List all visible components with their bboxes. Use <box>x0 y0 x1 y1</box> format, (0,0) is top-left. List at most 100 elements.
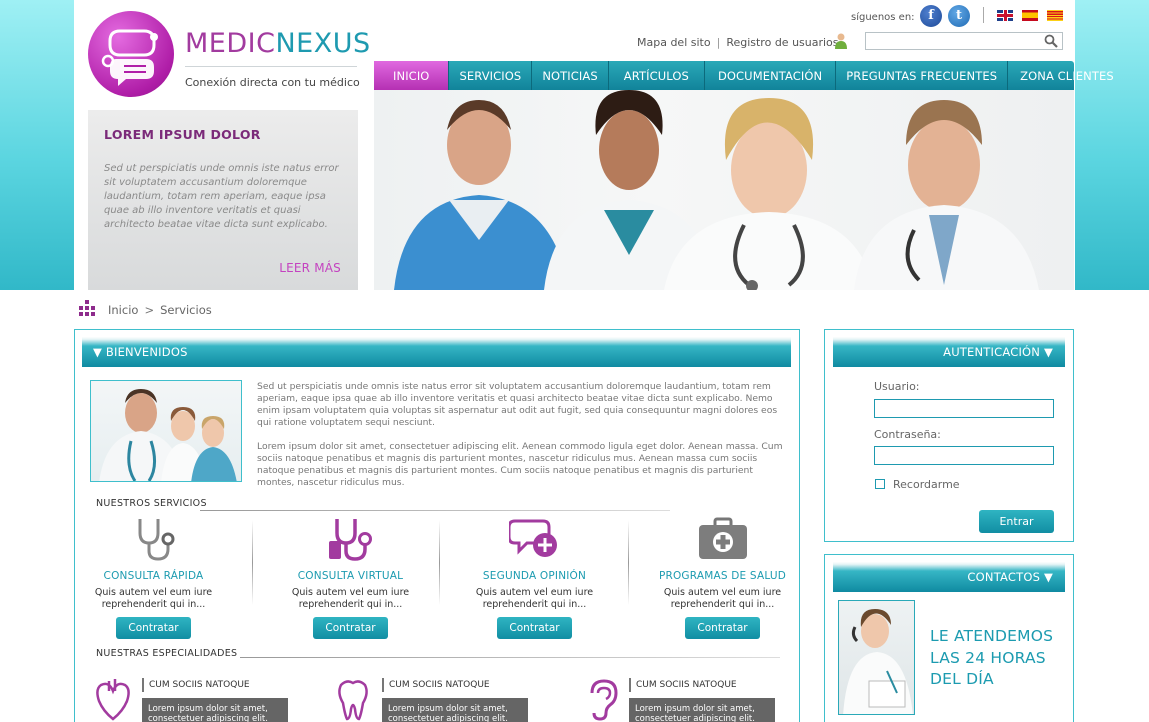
service-consulta-virtual: CONSULTA VIRTUAL Quis autem vel eum iure… <box>263 515 438 639</box>
password-field[interactable] <box>874 446 1054 465</box>
twitter-icon[interactable]: t <box>948 5 970 27</box>
specialty-text-line2: consectetuer adipiscing elit. <box>148 714 268 722</box>
contratar-button[interactable]: Contratar <box>685 617 760 639</box>
welcome-text: Sed ut perspiciatis unde omnis iste natu… <box>257 381 784 501</box>
service-name[interactable]: SEGUNDA OPINIÓN <box>447 570 622 582</box>
promo-title: LOREM IPSUM DOLOR <box>104 127 261 142</box>
remember-checkbox[interactable] <box>875 479 885 489</box>
contact-line-1: LE ATENDEMOS <box>930 627 1054 645</box>
specialty-description: Lorem ipsum dolor sit amet, consectetuer … <box>142 698 288 722</box>
service-desc-line1: Quis autem vel eum iure <box>94 587 213 598</box>
auth-header[interactable]: AUTENTICACIÓN ▼ <box>833 337 1065 367</box>
flag-catalan-icon[interactable] <box>1047 10 1063 21</box>
service-desc: Quis autem vel eum iure reprehenderit qui… <box>263 587 438 611</box>
nav-item-servicios[interactable]: SERVICIOS <box>449 61 533 90</box>
nav-item-preguntas-frecuentes[interactable]: PREGUNTAS FRECUENTES <box>836 61 1009 90</box>
promo-box: LOREM IPSUM DOLOR Sed ut perspiciatis un… <box>88 110 358 290</box>
service-desc-line2: reprehenderit qui in... <box>298 599 403 610</box>
flag-spanish-icon[interactable] <box>1022 10 1038 21</box>
logo-icon[interactable] <box>88 11 174 97</box>
service-desc-line1: Quis autem vel eum iure <box>663 587 782 598</box>
nav-item-zona-clientes[interactable]: ZONA CLIENTES <box>1008 61 1126 90</box>
contact-line-2: LAS 24 HORAS <box>930 648 1046 667</box>
promo-text: Sed ut perspiciatis unde omnis iste natu… <box>104 163 339 230</box>
brand-name-part2: NEXUS <box>275 28 371 59</box>
social-label: síguenos en: <box>851 12 915 23</box>
ear-icon <box>590 679 618 721</box>
social-divider <box>983 7 984 23</box>
search-input[interactable] <box>865 32 1063 50</box>
logo-divider <box>185 66 357 67</box>
contratar-button[interactable]: Contratar <box>497 617 572 639</box>
welcome-paragraph-1: Sed ut perspiciatis unde omnis iste natu… <box>257 381 778 428</box>
service-desc-line1: Quis autem vel eum iure <box>475 587 594 598</box>
register-link[interactable]: Registro de usuarios <box>726 36 838 49</box>
contratar-button[interactable]: Contratar <box>116 617 191 639</box>
stethoscope-grey-icon <box>138 519 174 561</box>
breadcrumb-current: Servicios <box>160 303 212 317</box>
username-field[interactable] <box>874 399 1054 418</box>
contact-photo <box>838 600 915 715</box>
service-desc-line2: reprehenderit qui in... <box>482 599 587 610</box>
specialty-text-line1: Lorem ipsum dolor sit amet, <box>148 704 268 714</box>
username-label: Usuario: <box>874 380 920 393</box>
welcome-header[interactable]: ▼ BIENVENIDOS <box>82 337 791 367</box>
contratar-button[interactable]: Contratar <box>313 617 388 639</box>
stethoscope-purple-icon <box>328 519 372 561</box>
facebook-icon[interactable]: f <box>920 5 942 27</box>
service-name[interactable]: CONSULTA VIRTUAL <box>263 570 438 582</box>
service-programas-de-salud: PROGRAMAS DE SALUD Quis autem vel eum iu… <box>635 515 810 639</box>
breadcrumb-home[interactable]: Inicio <box>108 303 138 317</box>
service-desc: Quis autem vel eum iure reprehenderit qui… <box>447 587 622 611</box>
service-name[interactable]: PROGRAMAS DE SALUD <box>635 570 810 582</box>
speech-bubble-plus-icon <box>508 519 557 557</box>
contact-message: LE ATENDEMOS LAS 24 HORAS DEL DÍA <box>930 626 1053 691</box>
nav-item-documentacion[interactable]: DOCUMENTACIÓN <box>705 61 837 90</box>
services-divider <box>200 510 670 511</box>
login-button[interactable]: Entrar <box>979 510 1054 533</box>
service-desc-line1: Quis autem vel eum iure <box>291 587 410 598</box>
brand-name-part1: MEDIC <box>185 28 276 59</box>
service-desc: Quis autem vel eum iure reprehenderit qui… <box>635 587 810 611</box>
user-icon[interactable] <box>834 32 848 50</box>
specialty-name[interactable]: CUM SOCIIS NATOQUE <box>142 678 250 692</box>
nav-item-articulos[interactable]: ARTÍCULOS <box>609 61 705 90</box>
specialty-name[interactable]: CUM SOCIIS NATOQUE <box>629 678 737 692</box>
heart-icon <box>96 679 130 721</box>
brand-name[interactable]: MEDICNEXUS <box>185 28 371 59</box>
service-segunda-opinion: SEGUNDA OPINIÓN Quis autem vel eum iure r… <box>447 515 622 639</box>
contacts-header[interactable]: CONTACTOS ▼ <box>833 562 1065 592</box>
top-links-separator: | <box>716 36 721 49</box>
specialties-divider <box>240 657 780 658</box>
read-more-link[interactable]: LEER MÁS <box>279 261 341 275</box>
remember-label: Recordarme <box>893 478 960 491</box>
service-consulta-rapida: CONSULTA RÁPIDA Quis autem vel eum iure r… <box>66 515 241 639</box>
specialty-text-line2: consectetuer adipiscing elit. <box>635 714 755 722</box>
service-desc: Quis autem vel eum iure reprehenderit qui… <box>66 587 241 611</box>
service-name[interactable]: CONSULTA RÁPIDA <box>66 570 241 582</box>
specialty-description: Lorem ipsum dolor sit amet, consectetuer … <box>382 698 528 722</box>
top-links: Mapa del sito | Registro de usuarios <box>637 36 839 49</box>
specialty-text-line1: Lorem ipsum dolor sit amet, <box>635 704 755 714</box>
brand-tagline: Conexión directa con tu médico <box>185 76 360 89</box>
breadcrumb: Inicio > Servicios <box>108 303 212 317</box>
nav-item-inicio[interactable]: INICIO <box>374 61 450 90</box>
welcome-photo <box>90 380 242 482</box>
specialty-description: Lorem ipsum dolor sit amet, consectetuer … <box>629 698 775 722</box>
service-divider <box>252 520 253 605</box>
service-desc-line2: reprehenderit qui in... <box>670 599 775 610</box>
flag-english-icon[interactable] <box>997 10 1013 21</box>
nav-item-noticias[interactable]: NOTICIAS <box>532 61 609 90</box>
password-label: Contraseña: <box>874 428 941 441</box>
specialty-name[interactable]: CUM SOCIIS NATOQUE <box>382 678 490 692</box>
site-map-link[interactable]: Mapa del sito <box>637 36 711 49</box>
service-desc-line2: reprehenderit qui in... <box>101 599 206 610</box>
hero-image <box>374 90 1074 290</box>
breadcrumb-separator: > <box>144 303 155 317</box>
breadcrumb-grid-icon <box>79 300 95 316</box>
specialties-title: NUESTRAS ESPECIALIDADES <box>96 648 238 659</box>
main-nav: INICIO SERVICIOS NOTICIAS ARTÍCULOS DOCU… <box>374 61 1114 90</box>
search-icon[interactable] <box>1043 33 1059 49</box>
welcome-paragraph-2: Lorem ipsum dolor sit amet, consectetuer… <box>257 441 783 488</box>
services-title: NUESTROS SERVICIOS <box>96 498 207 509</box>
